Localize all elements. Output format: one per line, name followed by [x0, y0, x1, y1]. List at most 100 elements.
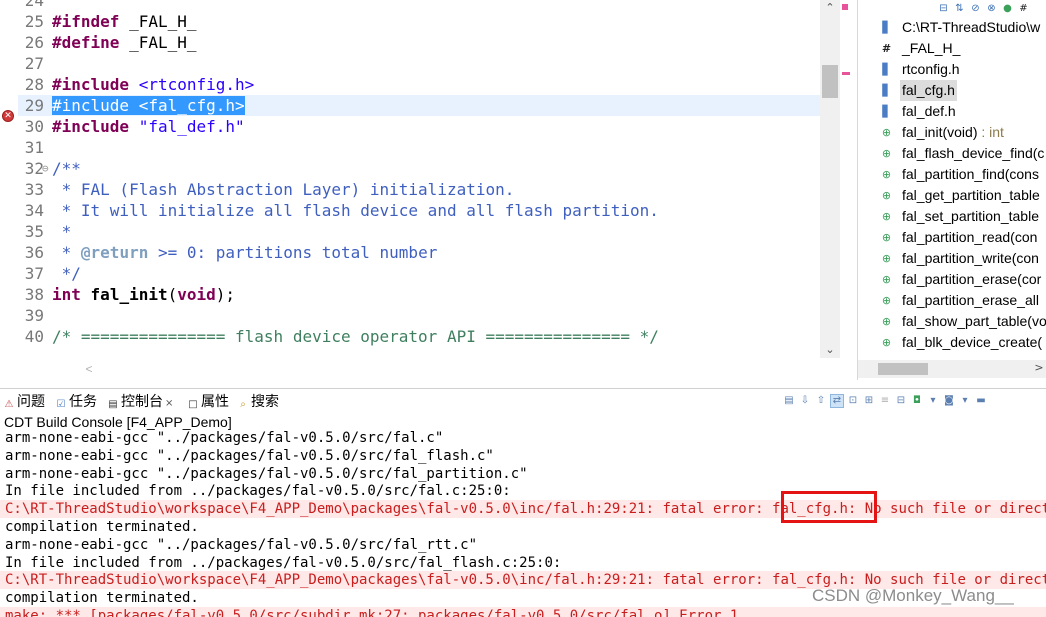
- close-icon[interactable]: ⨯: [165, 398, 173, 409]
- code-line[interactable]: 38 int fal_init(void);: [0, 284, 820, 305]
- console-error-line[interactable]: make: *** [packages/fal-v0.5.0/src/subdi…: [0, 607, 1046, 617]
- function-icon: ⊕: [881, 231, 892, 244]
- outline-item[interactable]: ⊕ fal_show_part_table(vo: [880, 311, 1046, 332]
- view-menu-icon[interactable]: ▾: [959, 395, 971, 407]
- code-token: /**: [52, 159, 81, 178]
- overview-error-indicator[interactable]: [842, 4, 848, 10]
- outline-item-label: rtconfig.h: [902, 59, 960, 80]
- tab-search[interactable]: ⌕ 搜索: [237, 392, 279, 410]
- tab-label: 任务: [69, 393, 97, 409]
- collapse-all-icon[interactable]: ⊟: [938, 3, 949, 14]
- outline-scroll-arrows[interactable]: >: [1031, 360, 1046, 378]
- outline-item-name: fal_show_part_table(vo: [902, 313, 1046, 329]
- show-on-output-icon[interactable]: ≡: [879, 395, 891, 407]
- outline-item-label: fal_init(void) : int: [902, 122, 1004, 143]
- link-to-editor-icon[interactable]: ⇄: [830, 394, 844, 408]
- open-console-icon[interactable]: ▾: [927, 395, 939, 407]
- code-line[interactable]: 24: [0, 0, 820, 11]
- scroll-up-arrow-icon[interactable]: ⌃: [820, 0, 840, 16]
- code-text: * @return >= 0: partitions total number: [52, 242, 438, 263]
- code-line[interactable]: 28 #include <rtconfig.h>: [0, 74, 820, 95]
- code-line[interactable]: 34 * It will initialize all flash device…: [0, 200, 820, 221]
- hide-static-icon[interactable]: ⊗: [986, 3, 997, 14]
- outline-item[interactable]: # _FAL_H_: [880, 38, 1046, 59]
- code-line[interactable]: 39: [0, 305, 820, 326]
- outline-item[interactable]: ▋ fal_cfg.h: [880, 80, 1046, 101]
- code-text: #ifndef _FAL_H_: [52, 11, 197, 32]
- tab-console[interactable]: ▤ 控制台 ⨯: [107, 392, 173, 410]
- error-marker-icon[interactable]: ✕: [2, 110, 14, 122]
- display-selected-console-icon[interactable]: ◘: [911, 395, 923, 407]
- outline-item[interactable]: ⊕ fal_partition_erase(cor: [880, 269, 1046, 290]
- function-icon: ⊕: [881, 294, 892, 307]
- hide-macros-icon[interactable]: #: [1018, 3, 1029, 14]
- tab-properties[interactable]: □ 属性: [187, 392, 229, 410]
- next-error-icon[interactable]: ⇩: [799, 395, 811, 407]
- console-error-line[interactable]: C:\RT-ThreadStudio\workspace\F4_APP_Demo…: [0, 500, 1046, 519]
- console-line: arm-none-eabi-gcc "../packages/fal-v0.5.…: [5, 536, 478, 553]
- outline-item-label: C:\RT-ThreadStudio\w: [902, 17, 1040, 38]
- overview-ruler[interactable]: [840, 0, 852, 358]
- tab-tasks[interactable]: ☑ 任务: [55, 392, 97, 410]
- outline-item[interactable]: ▋ C:\RT-ThreadStudio\w: [880, 17, 1046, 38]
- console-title: CDT Build Console [F4_APP_Demo]: [4, 414, 232, 430]
- fold-toggle-icon[interactable]: ⊖: [42, 158, 52, 179]
- word-wrap-icon[interactable]: ⊞: [863, 395, 875, 407]
- console-line: arm-none-eabi-gcc "../packages/fal-v0.5.…: [5, 465, 528, 482]
- code-line[interactable]: 27: [0, 53, 820, 74]
- hide-fields-icon[interactable]: ⊘: [970, 3, 981, 14]
- code-line[interactable]: 36 * @return >= 0: partitions total numb…: [0, 242, 820, 263]
- code-line[interactable]: 31: [0, 137, 820, 158]
- console-line: In file included from ../packages/fal-v0…: [5, 483, 511, 500]
- console-line: arm-none-eabi-gcc "../packages/fal-v0.5.…: [5, 447, 494, 464]
- tab-problems[interactable]: ⚠ 问题: [3, 392, 45, 410]
- editor-vertical-scrollbar[interactable]: ⌃ ⌄: [820, 0, 840, 358]
- overview-occurrence-mark[interactable]: [842, 72, 850, 75]
- code-line[interactable]: 29 #include <fal_cfg.h>: [0, 95, 820, 116]
- clear-console-icon[interactable]: ▤: [783, 395, 795, 407]
- editor-horizontal-scrollbar[interactable]: <: [80, 360, 820, 378]
- code-token: * FAL (Flash Abstraction Layer) initiali…: [52, 180, 515, 199]
- code-area[interactable]: 24 25 #ifndef _FAL_H_ 26 #define _FAL_H_ 27 28…: [0, 0, 820, 358]
- line-number: 32: [24, 159, 44, 178]
- outline-item[interactable]: ⊕ fal_blk_device_create(: [880, 332, 1046, 353]
- outline-item[interactable]: ▋ fal_def.h: [880, 101, 1046, 122]
- code-line[interactable]: 25 #ifndef _FAL_H_: [0, 11, 820, 32]
- code-line[interactable]: 33 * FAL (Flash Abstraction Layer) initi…: [0, 179, 820, 200]
- outline-item-name: fal_init(void): [902, 124, 978, 140]
- outline-item[interactable]: ⊕ fal_init(void) : int: [880, 122, 1046, 143]
- outline-item[interactable]: ⊕ fal_partition_erase_all: [880, 290, 1046, 311]
- code-text: int fal_init(void);: [52, 284, 235, 305]
- code-line[interactable]: 37 */: [0, 263, 820, 284]
- outline-item[interactable]: ⊕ fal_partition_read(con: [880, 227, 1046, 248]
- scroll-thumb[interactable]: [822, 65, 838, 98]
- outline-item[interactable]: ⊕ fal_partition_write(con: [880, 248, 1046, 269]
- outline-item[interactable]: ⊕ fal_flash_device_find(c: [880, 143, 1046, 164]
- code-line[interactable]: 32 ⊖/**: [0, 158, 820, 179]
- outline-item[interactable]: ⊕ fal_set_partition_table: [880, 206, 1046, 227]
- hide-nonpublic-icon[interactable]: ●: [1002, 3, 1013, 14]
- code-line[interactable]: 26 #define _FAL_H_: [0, 32, 820, 53]
- scroll-right-arrow-icon[interactable]: >: [1031, 360, 1046, 376]
- scroll-down-arrow-icon[interactable]: ⌄: [820, 342, 840, 358]
- problems-icon: ⚠: [4, 399, 14, 410]
- code-line[interactable]: 40 /* =============== flash device operat…: [0, 326, 820, 347]
- code-line[interactable]: 35 *: [0, 221, 820, 242]
- outline-item[interactable]: ▋ rtconfig.h: [880, 59, 1046, 80]
- pin-console-icon[interactable]: ⊟: [895, 395, 907, 407]
- scroll-left-arrow-icon[interactable]: <: [80, 360, 98, 378]
- minimize-icon[interactable]: ▬: [975, 395, 987, 407]
- sort-icon[interactable]: ⇅: [954, 3, 965, 14]
- outline-horizontal-scrollbar[interactable]: [858, 360, 1046, 378]
- new-console-icon[interactable]: ◙: [943, 395, 955, 407]
- scroll-lock-icon[interactable]: ⊡: [847, 395, 859, 407]
- code-line[interactable]: 30 #include "fal_def.h": [0, 116, 820, 137]
- code-token: *: [52, 222, 72, 241]
- code-text: *: [52, 221, 72, 242]
- previous-error-icon[interactable]: ⇧: [815, 395, 827, 407]
- outline-item[interactable]: ⊕ fal_get_partition_table: [880, 185, 1046, 206]
- scroll-thumb[interactable]: [878, 363, 928, 375]
- outline-item[interactable]: ⊕ fal_partition_find(cons: [880, 164, 1046, 185]
- code-editor[interactable]: 24 25 #ifndef _FAL_H_ 26 #define _FAL_H_ 27 28…: [0, 0, 855, 380]
- outline-item-name: fal_partition_find(cons: [902, 166, 1039, 182]
